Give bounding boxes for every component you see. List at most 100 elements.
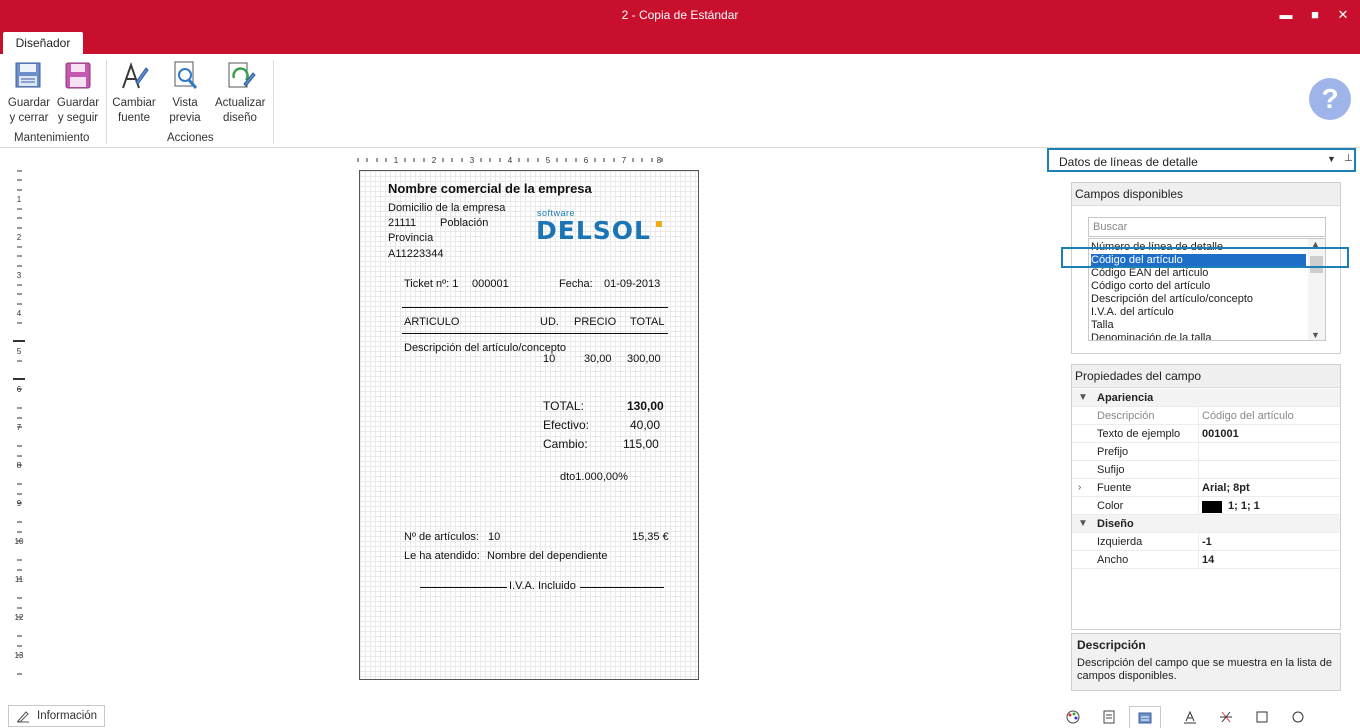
prop-value[interactable]: 1; 1; 1 (1228, 497, 1260, 515)
ticket-number-label[interactable]: Ticket nº: 1 (404, 278, 458, 290)
attended-label[interactable]: Le ha atendido: (404, 550, 480, 562)
cambiar-fuente-label-1: Cambiar (112, 97, 156, 109)
ruler-h-1: 1 (394, 156, 399, 165)
field-item[interactable]: Denominación de la talla (1091, 332, 1306, 340)
prop-descripcion[interactable]: Descripción Código del artículo (1072, 407, 1340, 425)
data-source-selector[interactable]: Datos de líneas de detalle ▼ ⊥ (1047, 148, 1356, 172)
minimize-button[interactable]: ▬ (1276, 6, 1296, 24)
document-icon[interactable] (1093, 706, 1125, 728)
fields-data-icon[interactable] (1129, 706, 1161, 728)
edit-info-icon (17, 711, 29, 723)
cambio-label[interactable]: Cambio: (543, 437, 588, 451)
line-precio[interactable]: 30,00 (584, 353, 612, 365)
color-swatch[interactable] (1202, 501, 1222, 513)
col-precio[interactable]: PRECIO (574, 316, 616, 328)
vista-previa-button[interactable]: Vista previa (160, 60, 210, 126)
line-tool-icon[interactable] (1210, 706, 1242, 728)
actualizar-diseno-button[interactable]: Actualizar diseño (215, 60, 266, 126)
line-description[interactable]: Descripción del artículo/concepto (404, 342, 566, 354)
prop-texto-ejemplo[interactable]: Texto de ejemplo 001001 (1072, 425, 1340, 443)
line-total[interactable]: 300,00 (627, 353, 661, 365)
ribbon-tab-row: Diseñador (0, 31, 1360, 54)
efectivo-label[interactable]: Efectivo: (543, 418, 589, 432)
category-diseno[interactable]: ▼ Diseño (1072, 515, 1340, 533)
cambio-value[interactable]: 115,00 (623, 437, 659, 451)
amount-value[interactable]: 15,35 € (632, 531, 669, 543)
prop-value[interactable]: 001001 (1202, 425, 1239, 443)
category-apariencia[interactable]: ▼ Apariencia (1072, 389, 1340, 407)
field-item[interactable]: Código corto del artículo (1091, 280, 1306, 293)
company-postal[interactable]: 21111 (388, 217, 416, 229)
palette-icon[interactable] (1057, 706, 1089, 728)
fields-search-input[interactable]: Buscar (1088, 217, 1326, 237)
guardar-seguir-button[interactable]: Guardar y seguir (53, 60, 103, 126)
prop-ancho[interactable]: Ancho 14 (1072, 551, 1340, 569)
prop-key: Izquierda (1097, 536, 1143, 548)
available-fields-panel: Campos disponibles Buscar Número de líne… (1071, 182, 1341, 354)
field-item[interactable]: Código EAN del artículo (1091, 267, 1306, 280)
collapse-chevron-icon[interactable]: ▼ (1078, 515, 1088, 533)
num-articulos-label[interactable]: Nº de artículos: (404, 531, 479, 543)
line-ud[interactable]: 10 (543, 353, 555, 365)
maximize-button[interactable]: ■ (1305, 6, 1325, 24)
scroll-down-icon[interactable]: ▼ (1311, 330, 1320, 340)
field-item[interactable]: I.V.A. del artículo (1091, 306, 1306, 319)
total-label[interactable]: TOTAL: (543, 399, 584, 413)
informacion-button[interactable]: Información (8, 705, 105, 727)
prop-value[interactable]: 14 (1202, 551, 1214, 569)
prop-izquierda[interactable]: Izquierda -1 (1072, 533, 1340, 551)
prop-key: Sufijo (1097, 464, 1125, 476)
prop-fuente[interactable]: › Fuente Arial; 8pt (1072, 479, 1340, 497)
company-name[interactable]: Nombre comercial de la empresa (388, 181, 592, 196)
close-button[interactable]: ✕ (1333, 6, 1353, 24)
text-tool-icon[interactable] (1174, 706, 1206, 728)
cambiar-fuente-button[interactable]: Cambiar fuente (109, 60, 159, 126)
iva-text[interactable]: I.V.A. Incluido (509, 580, 576, 592)
ticket-design-page[interactable]: Nombre comercial de la empresa Domicilio… (359, 170, 699, 680)
date-label[interactable]: Fecha: (559, 278, 593, 290)
field-item[interactable]: Talla (1091, 319, 1306, 332)
col-ud[interactable]: UD. (540, 316, 559, 328)
field-properties-title: Propiedades del campo (1072, 365, 1340, 388)
col-total[interactable]: TOTAL (630, 316, 664, 328)
prop-divider (1198, 425, 1199, 443)
prop-divider (1198, 461, 1199, 479)
prop-color[interactable]: Color 1; 1; 1 (1072, 497, 1340, 515)
company-address[interactable]: Domicilio de la empresa (388, 202, 505, 214)
ticket-number[interactable]: 000001 (472, 278, 509, 290)
ruler-v-1: 1 (17, 195, 22, 204)
help-icon[interactable]: ? (1309, 78, 1351, 120)
available-fields-title: Campos disponibles (1072, 183, 1340, 206)
ellipse-tool-icon[interactable] (1282, 706, 1314, 728)
col-articulo[interactable]: ARTICULO (404, 316, 459, 328)
prop-divider (1198, 497, 1199, 515)
num-articulos-value[interactable]: 10 (488, 531, 500, 543)
divider-line (402, 333, 668, 334)
tab-disenador[interactable]: Diseñador (3, 32, 83, 54)
expand-chevron-icon[interactable]: › (1078, 479, 1081, 497)
discount-text[interactable]: dto1.000,00% (560, 471, 628, 483)
ruler-h-3: 3 (470, 156, 475, 165)
guardar-cerrar-button[interactable]: Guardar y cerrar (4, 60, 54, 126)
efectivo-value[interactable]: 40,00 (630, 418, 660, 432)
company-province[interactable]: Provincia (388, 232, 433, 244)
font-pen-icon (122, 61, 149, 89)
ruler-h-7: 7 (622, 156, 627, 165)
vista-previa-label-2: previa (169, 112, 201, 124)
pin-icon[interactable]: ⊥ (1344, 153, 1353, 164)
total-value[interactable]: 130,00 (627, 399, 664, 413)
attended-value[interactable]: Nombre del dependiente (487, 550, 607, 562)
prop-value[interactable]: Arial; 8pt (1202, 479, 1250, 497)
prop-value[interactable]: -1 (1202, 533, 1212, 551)
date-value[interactable]: 01-09-2013 (604, 278, 660, 290)
rectangle-tool-icon[interactable] (1246, 706, 1278, 728)
prop-prefijo[interactable]: Prefijo (1072, 443, 1340, 461)
prop-divider (1198, 407, 1199, 425)
company-cif[interactable]: A11223344 (388, 248, 443, 260)
dropdown-arrow-icon[interactable]: ▼ (1327, 154, 1336, 164)
field-item[interactable]: Descripción del artículo/concepto (1091, 293, 1306, 306)
company-city[interactable]: Población (440, 217, 488, 229)
delsol-logo[interactable]: DELSOL (536, 216, 651, 245)
collapse-chevron-icon[interactable]: ▼ (1078, 389, 1088, 407)
prop-sufijo[interactable]: Sufijo (1072, 461, 1340, 479)
